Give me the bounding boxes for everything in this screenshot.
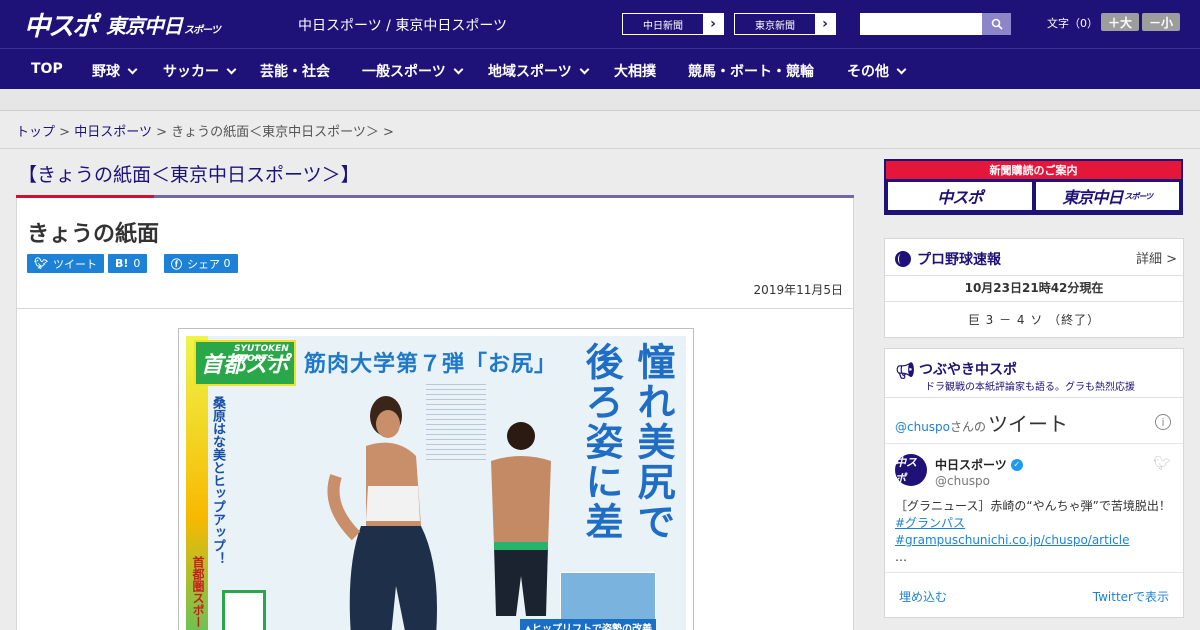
baseball-live-box: プロ野球速報 詳細 > 10月23日21時42分現在 巨 3 － 4 ソ （終了… [884, 238, 1184, 338]
man-figure-photo [491, 422, 551, 616]
hatena-bookmark-button[interactable]: B! 0 [108, 254, 148, 273]
main-nav: TOP 野球 サッカー 芸能・社会 一般スポーツ 地域スポーツ 大相撲 競馬・ボ… [0, 48, 1200, 89]
tweet-text: ［グラニュース］赤崎の“やんちゃ弾”で苦境脱出！#グランパス #grampusc… [895, 499, 1171, 564]
nav-item-other[interactable]: その他 [847, 61, 907, 81]
twitter-timeline: @chuspo さんの ツイート i 中スポ 中日スポーツ ✓ @chuspo … [885, 397, 1183, 617]
tweet-author-name[interactable]: 中日スポーツ ✓ [935, 456, 1023, 473]
newspaper-page: SYUTOKEN SPORTS 首都スポ 筋肉大学第７弾「お尻」 憧れ美尻で 後… [186, 336, 686, 630]
chevron-right-icon: › [710, 16, 716, 32]
article-divider [17, 308, 853, 309]
hatena-icon: B! [115, 257, 129, 270]
nav-item-entertainment[interactable]: 芸能・社会 [260, 61, 330, 81]
qr-code-icon [222, 590, 266, 630]
baseball-detail-link[interactable]: 詳細 > [1136, 248, 1177, 267]
twitter-box-subtitle: ドラ観戦の本紙評論家も語る。グラも熱烈応援 [925, 382, 1135, 393]
nav-item-top[interactable]: TOP [31, 61, 63, 77]
breadcrumb-top[interactable]: トップ [16, 125, 55, 140]
logo-tokyo-chunichi: 東京中日 スポーツ [106, 13, 221, 38]
site-title: 中日スポーツ / 東京中日スポーツ [298, 18, 508, 34]
chevron-down-icon [896, 64, 907, 74]
twitter-bird-icon: 🐦︎ [34, 257, 48, 270]
info-icon[interactable]: i [1155, 414, 1171, 430]
logo-chuspo: 中スポ [24, 11, 98, 42]
tweet-author-handle[interactable]: @chuspo [935, 474, 990, 488]
chevron-down-icon [226, 64, 237, 74]
verified-badge-icon: ✓ [1010, 458, 1023, 471]
timeline-header: @chuspo さんの ツイート [895, 412, 1069, 436]
twitter-bird-icon[interactable]: 🐦︎ [1153, 456, 1171, 472]
nav-item-soccer[interactable]: サッカー [163, 61, 237, 81]
search-input[interactable] [860, 13, 982, 35]
subscription-title: 新聞購読のご案内 [886, 161, 1181, 179]
twitter-box: 📢︎ つぶやき中スポ ドラ観戦の本紙評論家も語る。グラも熱烈応援 @chuspo… [884, 348, 1184, 618]
tokyo-shimbun-link[interactable]: 東京新聞 › [734, 13, 836, 35]
facebook-icon: ⓕ [171, 257, 182, 271]
chunichi-shimbun-link[interactable]: 中日新聞 › [622, 13, 724, 35]
breadcrumb-chunichi-sports[interactable]: 中日スポーツ [74, 125, 152, 140]
paper-caption: ▲ヒップリフトで姿勢の改善 [520, 619, 656, 630]
embed-link[interactable]: 埋め込む [899, 588, 947, 605]
subscribe-tokyo-chunichi-button[interactable]: 東京中日 スポーツ [1035, 182, 1179, 210]
search-icon [991, 18, 1003, 30]
woman-figure-photo [327, 396, 437, 630]
paper-vertical-headline: 憧れ美尻で 後ろ姿に差 [579, 342, 675, 542]
article-date: 2019年11月5日 [753, 283, 843, 297]
baseball-score[interactable]: 巨 3 － 4 ソ （終了） [885, 311, 1183, 328]
view-on-twitter-link[interactable]: Twitterで表示 [1093, 588, 1169, 605]
article-title: きょうの紙面 [27, 222, 160, 247]
chevron-down-icon [127, 64, 138, 74]
nav-item-racing[interactable]: 競馬・ボート・競輪 [688, 61, 814, 81]
font-size-up-button[interactable]: ＋大 [1101, 13, 1139, 31]
search-button[interactable] [982, 13, 1011, 35]
breadcrumb-current: きょうの紙面＜東京中日スポーツ＞ [171, 125, 379, 140]
baseball-icon [895, 251, 911, 267]
subscription-banner: 新聞購読のご案内 中スポ 東京中日 スポーツ [884, 159, 1183, 215]
tweet-hashtag-link[interactable]: #グランパス #grampuschunichi.co.jp/chuspo/art… [895, 516, 1129, 547]
top-header: 中スポ 東京中日 スポーツ 中日スポーツ / 東京中日スポーツ 中日新聞 › 東京… [0, 0, 1200, 48]
breadcrumb: トップ > 中日スポーツ > きょうの紙面＜東京中日スポーツ＞ > [16, 125, 394, 140]
chevron-down-icon [579, 64, 590, 74]
font-size-label: 文字（0） [1047, 17, 1098, 30]
tweet-button[interactable]: 🐦︎ ツイート [27, 254, 104, 273]
paper-logo: SYUTOKEN SPORTS 首都スポ [194, 340, 296, 386]
nav-item-baseball[interactable]: 野球 [92, 61, 138, 81]
chevron-right-icon: › [822, 16, 828, 32]
twitter-box-title: 📢︎ つぶやき中スポ [895, 361, 1017, 380]
paper-headline: 筋肉大学第７弾「お尻」 [304, 352, 558, 377]
subscribe-chuspo-button[interactable]: 中スポ [888, 182, 1032, 210]
timeline-handle-link[interactable]: @chuspo [895, 420, 950, 434]
nav-item-local-sports[interactable]: 地域スポーツ [488, 61, 590, 81]
article-card: きょうの紙面 🐦︎ ツイート B! 0 ⓕ シェア 0 2019年11月5日 S… [16, 198, 854, 630]
section-title: 【きょうの紙面＜東京中日スポーツ＞】 [18, 164, 360, 186]
facebook-share-button[interactable]: ⓕ シェア 0 [164, 254, 238, 273]
font-size-down-button[interactable]: －小 [1142, 13, 1180, 31]
baseball-update-time: 10月23日21時42分現在 [964, 281, 1104, 295]
chevron-down-icon [453, 64, 464, 74]
avatar[interactable]: 中スポ [895, 454, 927, 486]
paper-side-text-2: 首都圏スポーツ [191, 556, 205, 630]
baseball-title: プロ野球速報 [895, 249, 1001, 269]
paper-inset-photo [560, 572, 656, 620]
breadcrumb-divider [0, 148, 1200, 149]
megaphone-icon: 📢︎ [895, 361, 916, 380]
nav-item-sumo[interactable]: 大相撲 [614, 61, 656, 81]
ad-strip [0, 89, 1200, 111]
newspaper-image[interactable]: SYUTOKEN SPORTS 首都スポ 筋肉大学第７弾「お尻」 憧れ美尻で 後… [178, 328, 694, 630]
site-logo[interactable]: 中スポ 東京中日 スポーツ [24, 8, 221, 42]
nav-item-general-sports[interactable]: 一般スポーツ [362, 61, 464, 81]
